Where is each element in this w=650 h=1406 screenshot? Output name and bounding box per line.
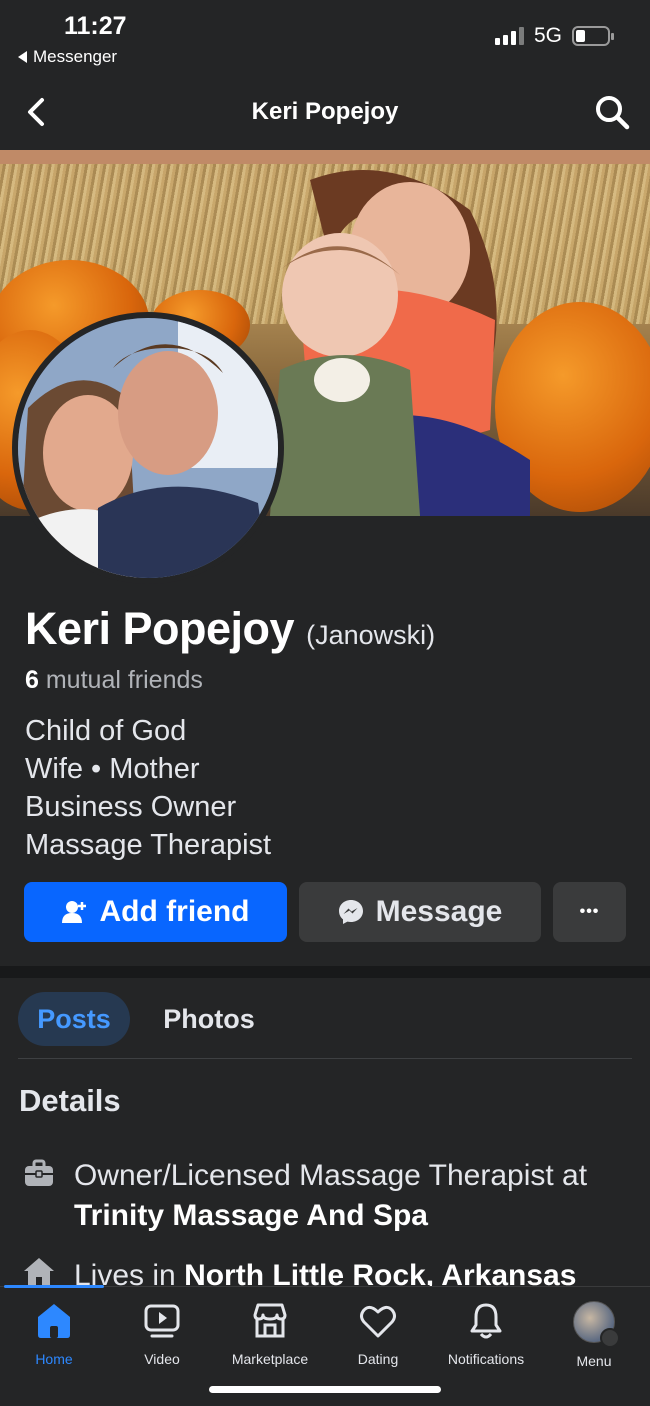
bottom-nav-video[interactable]: Video	[108, 1301, 216, 1367]
house-icon	[24, 1258, 54, 1286]
network-label: 5G	[533, 24, 562, 47]
messenger-icon	[338, 900, 363, 924]
work-place-link[interactable]: Trinity Massage And Spa	[74, 1199, 428, 1232]
briefcase-icon	[25, 1159, 53, 1186]
message-button[interactable]: Message	[299, 882, 541, 942]
message-label: Message	[375, 895, 503, 928]
back-to-app-link[interactable]: Messenger	[18, 47, 117, 67]
add-friend-button[interactable]: Add friend	[24, 882, 287, 942]
bottom-nav-label: Dating	[357, 1351, 399, 1367]
bio-line: Wife • Mother	[25, 753, 200, 785]
bottom-nav-label: Home	[35, 1351, 73, 1367]
section-divider	[0, 966, 650, 978]
detail-work: Owner/Licensed Massage Therapist at Trin…	[74, 1156, 587, 1236]
add-friend-label: Add friend	[99, 895, 250, 928]
nav-title: Keri Popejoy	[251, 98, 399, 125]
bottom-nav-label: Notifications	[447, 1351, 525, 1367]
marketplace-icon	[253, 1303, 287, 1338]
video-icon	[144, 1304, 180, 1338]
bottom-nav-label: Video	[144, 1351, 180, 1367]
work-prefix: Owner/Licensed Massage Therapist at	[74, 1159, 588, 1192]
bottom-nav-label: Menu	[576, 1353, 612, 1369]
signal-icon	[494, 27, 524, 45]
back-triangle-icon	[18, 51, 27, 63]
bottom-nav-home[interactable]: Home	[0, 1301, 108, 1367]
bio-line: Massage Therapist	[25, 829, 272, 861]
mutual-friends[interactable]: 6 mutual friends	[25, 666, 203, 695]
menu-lines-icon	[600, 1328, 620, 1348]
active-tab-indicator	[4, 1285, 104, 1288]
details-heading: Details	[19, 1083, 121, 1118]
profile-alt-name: (Janowski)	[306, 620, 436, 650]
profile-bio: Child of God Wife • Mother Business Owne…	[25, 712, 271, 864]
more-options-button[interactable]: •••	[553, 882, 626, 942]
battery-icon	[572, 26, 614, 46]
profile-picture[interactable]	[12, 312, 284, 584]
more-dots-icon: •••	[579, 903, 600, 920]
tabs-divider	[18, 1058, 632, 1059]
tab-posts[interactable]: Posts	[18, 992, 130, 1046]
nav-header: Keri Popejoy	[0, 80, 650, 150]
bottom-nav-dating[interactable]: Dating	[324, 1301, 432, 1367]
status-time: 11:27	[64, 12, 127, 40]
home-indicator	[209, 1386, 441, 1393]
bio-line: Business Owner	[25, 791, 237, 823]
profile-name: Keri Popejoy	[25, 603, 295, 654]
profile-photo-image	[18, 318, 278, 578]
profile-actions: Add friend Message •••	[24, 882, 626, 942]
menu-avatar	[573, 1301, 620, 1348]
mutual-count: 6	[25, 666, 39, 694]
back-app-label: Messenger	[33, 47, 118, 66]
bio-line: Child of God	[25, 715, 187, 747]
bottom-nav-marketplace[interactable]: Marketplace	[216, 1301, 324, 1367]
bottom-nav-label: Marketplace	[231, 1351, 309, 1367]
bottom-nav-notifications[interactable]: Notifications	[432, 1301, 540, 1367]
status-bar: 11:27 Messenger 5G	[0, 0, 650, 80]
dating-icon	[360, 1305, 396, 1338]
status-indicators: 5G	[494, 24, 614, 48]
search-icon[interactable]	[592, 92, 632, 132]
home-icon	[38, 1304, 70, 1338]
mutual-label: mutual friends	[45, 666, 203, 694]
profile-name-row: Keri Popejoy (Janowski)	[25, 603, 435, 655]
tab-photos[interactable]: Photos	[150, 992, 268, 1046]
bottom-nav-menu[interactable]: Menu	[540, 1301, 648, 1369]
add-friend-icon	[61, 901, 86, 923]
bell-icon	[470, 1303, 502, 1339]
